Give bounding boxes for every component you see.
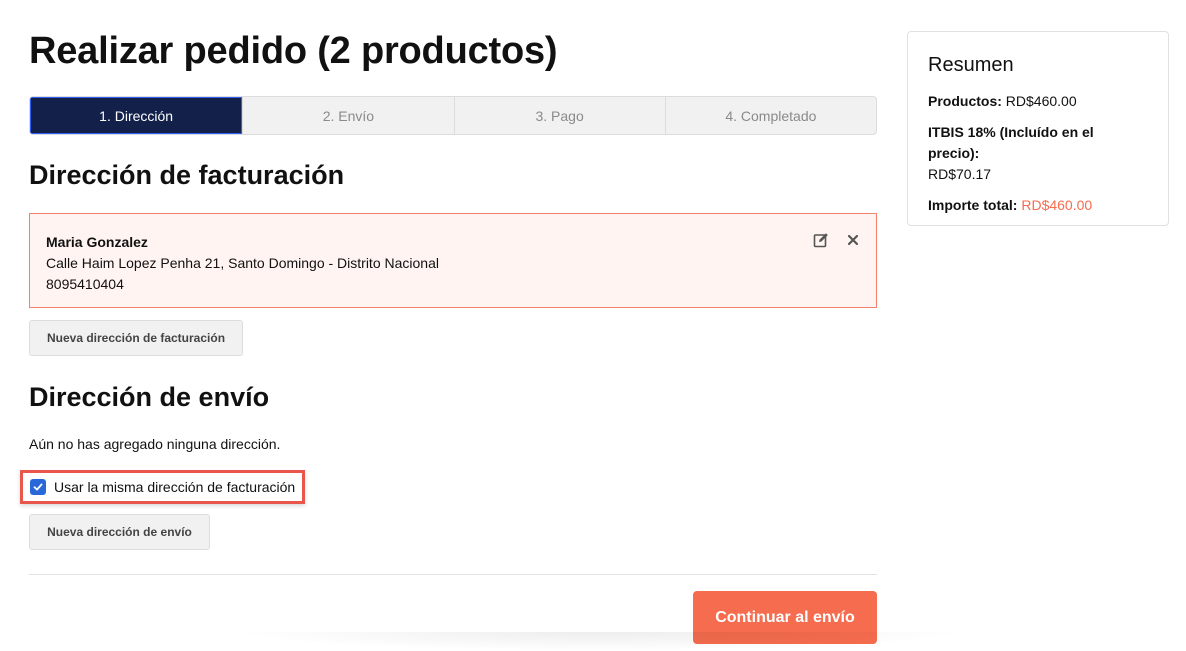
continue-to-shipping-button[interactable]: Continuar al envío [693, 591, 877, 644]
summary-products-value: RD$460.00 [1005, 93, 1077, 109]
summary-products: Productos: RD$460.00 [928, 91, 1148, 112]
no-address-message: Aún no has agregado ninguna dirección. [29, 436, 281, 452]
summary-title: Resumen [928, 54, 1014, 76]
summary-tax: ITBIS 18% (Incluído en el precio): RD$70… [928, 122, 1148, 185]
step-address[interactable]: 1. Dirección [30, 97, 243, 134]
close-icon[interactable] [844, 231, 862, 249]
checkout-steps: 1. Dirección 2. Envío 3. Pago 4. Complet… [29, 96, 877, 135]
summary-total-value: RD$460.00 [1021, 197, 1093, 213]
new-billing-address-button[interactable]: Nueva dirección de facturación [29, 320, 243, 356]
billing-address-heading: Dirección de facturación [29, 160, 345, 190]
same-address-label[interactable]: Usar la misma dirección de facturación [54, 479, 295, 495]
summary-products-label: Productos: [928, 93, 1002, 109]
edit-icon[interactable] [812, 231, 830, 249]
address-street: Calle Haim Lopez Penha 21, Santo Domingo… [46, 255, 439, 271]
billing-address-card[interactable]: Maria Gonzalez Calle Haim Lopez Penha 21… [29, 213, 877, 308]
summary-total-label: Importe total: [928, 197, 1018, 213]
divider [29, 574, 877, 575]
step-shipping[interactable]: 2. Envío [242, 97, 453, 134]
check-icon [33, 483, 43, 491]
new-shipping-address-button[interactable]: Nueva dirección de envío [29, 514, 210, 550]
shipping-address-heading: Dirección de envío [29, 382, 270, 412]
same-address-option[interactable]: Usar la misma dirección de facturación [20, 470, 305, 504]
same-address-checkbox[interactable] [30, 479, 46, 495]
order-summary: Resumen Productos: RD$460.00 ITBIS 18% (… [907, 31, 1169, 226]
summary-total: Importe total: RD$460.00 [928, 195, 1148, 216]
address-actions [812, 231, 862, 249]
summary-tax-value: RD$70.17 [928, 166, 992, 182]
step-payment[interactable]: 3. Pago [453, 97, 665, 134]
address-name: Maria Gonzalez [46, 234, 148, 250]
page-title: Realizar pedido (2 productos) [29, 30, 558, 72]
step-completed[interactable]: 4. Completado [664, 97, 876, 134]
address-phone: 8095410404 [46, 276, 124, 292]
summary-tax-label: ITBIS 18% (Incluído en el precio): [928, 124, 1094, 161]
